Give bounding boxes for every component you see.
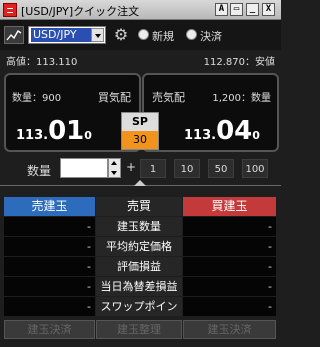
sell-close-button[interactable]: 建玉決済: [4, 320, 95, 339]
sell-price-pip: 0: [252, 129, 260, 142]
radio-settle-order[interactable]: [186, 29, 197, 40]
sell-swap-points: -: [4, 297, 95, 316]
row-label-fx-pl: 当日為替差損益: [96, 277, 182, 296]
sell-position-header: 売建玉: [4, 197, 95, 216]
buy-price: 113.010: [16, 116, 92, 146]
currency-pair-select[interactable]: USD/JPY: [28, 26, 106, 44]
window-title: [USD/JPY]クイック注文: [21, 5, 140, 18]
currency-pair-value: USD/JPY: [31, 28, 91, 42]
plus-label: +: [126, 160, 137, 174]
sell-label: 売気配: [152, 91, 185, 104]
buy-close-button[interactable]: 建玉決済: [183, 320, 276, 339]
quantity-preset-100[interactable]: 100: [242, 159, 268, 178]
sell-fx-pl: -: [4, 277, 95, 296]
buy-avg-price: -: [183, 237, 276, 256]
radio-new-order-label: 新規: [152, 30, 174, 43]
row-label-qty: 建玉数量: [96, 217, 182, 236]
buy-price-pip: 0: [84, 129, 92, 142]
quantity-preset-50[interactable]: 50: [208, 159, 234, 178]
buy-quantity: 数量：900: [12, 93, 62, 104]
quantity-input[interactable]: [60, 158, 108, 178]
title-bar: [USD/JPY]クイック注文 A ▭ _ X: [0, 0, 281, 20]
close-button[interactable]: X: [262, 3, 275, 16]
sell-position-qty: -: [4, 217, 95, 236]
font-size-button[interactable]: A: [215, 3, 228, 16]
quantity-stepper[interactable]: [108, 158, 121, 178]
sell-price: 113.040: [184, 116, 260, 146]
sell-price-big: 04: [216, 116, 253, 146]
row-label-unrealized-pl: 評価損益: [96, 257, 182, 276]
restore-button[interactable]: ▭: [230, 3, 243, 16]
buy-unrealized-pl: -: [183, 257, 276, 276]
minimize-button[interactable]: _: [246, 3, 259, 16]
radio-settle-order-label: 決済: [200, 30, 222, 43]
chart-icon: [6, 30, 22, 41]
gear-icon[interactable]: ⚙: [112, 26, 130, 44]
buy-position-qty: -: [183, 217, 276, 236]
net-close-button[interactable]: 建玉整理: [96, 320, 182, 339]
buy-fx-pl: -: [183, 277, 276, 296]
collapse-toggle[interactable]: [130, 180, 150, 190]
spread-value: 30: [122, 131, 158, 149]
chart-button[interactable]: [4, 26, 24, 44]
radio-new-order[interactable]: [138, 29, 149, 40]
row-label-avg-price: 平均約定価格: [96, 237, 182, 256]
spread-box: SP 30: [121, 112, 159, 150]
high-price: 高値：113.110: [6, 57, 78, 68]
sell-avg-price: -: [4, 237, 95, 256]
low-price: 112.870：安値: [203, 57, 275, 68]
row-label-swap-points: スワップポイント: [96, 297, 182, 332]
quantity-label: 数量: [27, 164, 52, 178]
sell-unrealized-pl: -: [4, 257, 95, 276]
buy-label: 買気配: [98, 91, 131, 104]
quantity-preset-10[interactable]: 10: [174, 159, 200, 178]
sell-price-panel[interactable]: 売気配 1,200：数量 113.040: [142, 73, 279, 152]
toolbar: USD/JPY ⚙ 新規 決済: [0, 20, 281, 50]
buy-price-big: 01: [48, 116, 85, 146]
buy-swap-points: -: [183, 297, 276, 316]
app-icon: [3, 3, 17, 17]
chevron-down-icon[interactable]: [91, 28, 104, 42]
sell-quantity: 1,200：数量: [212, 93, 271, 104]
quantity-preset-1[interactable]: 1: [140, 159, 166, 178]
spread-label: SP: [132, 115, 148, 128]
trade-header: 売買: [96, 197, 182, 216]
buy-price-prefix: 113.: [16, 128, 49, 143]
sell-price-prefix: 113.: [184, 128, 217, 143]
buy-position-header: 買建玉: [183, 197, 276, 216]
